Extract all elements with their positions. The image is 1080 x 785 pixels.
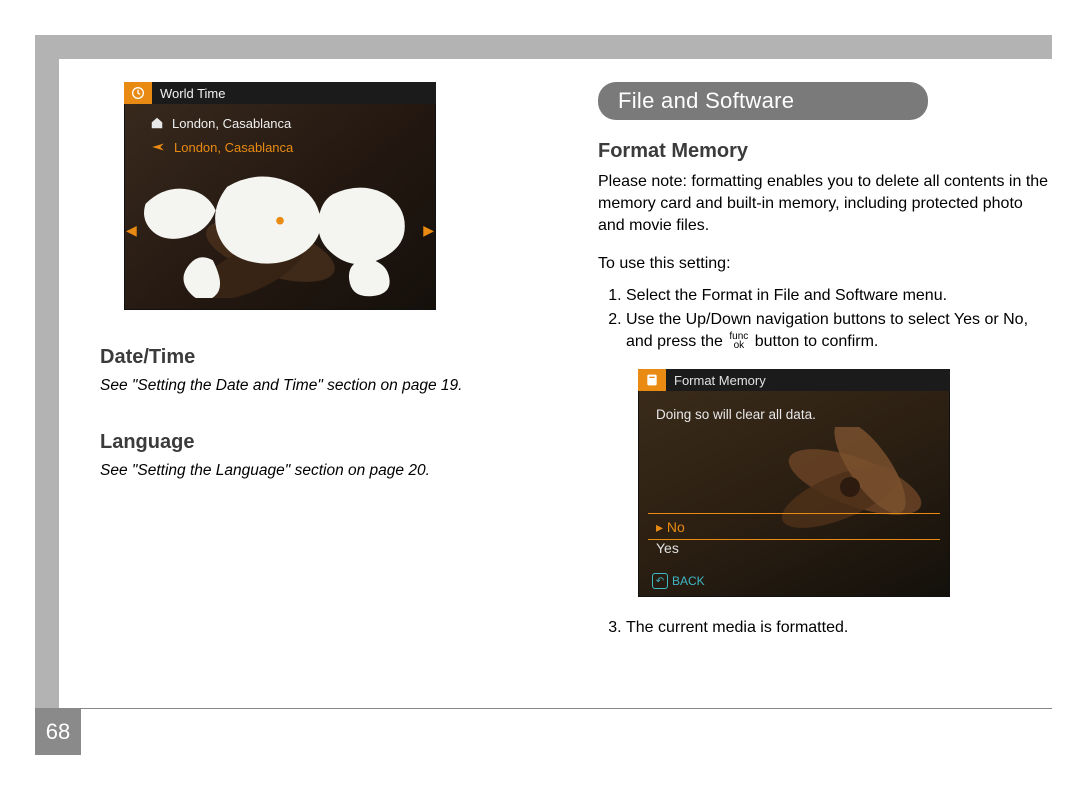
step-2-text-b: button to confirm. [750,333,878,350]
clock-icon [124,82,152,104]
top-header-bar [35,35,1052,59]
back-icon: ↶ [652,573,668,589]
step-1: Select the Format in File and Software m… [626,285,1052,307]
format-memory-note: Please note: formatting enables you to d… [598,171,1052,237]
option-yes: Yes [656,538,932,558]
left-column: World Time London, Casablanca London, Ca… [100,82,554,715]
language-heading: Language [100,431,554,454]
lcd2-message: Doing so will clear all data. [656,407,816,422]
lcd-title: World Time [160,86,226,101]
func-ok-button-icon: funcok [729,332,748,350]
format-memory-heading: Format Memory [598,140,1052,163]
back-label: BACK [672,574,705,588]
step-2: Use the Up/Down navigation buttons to se… [626,309,1052,353]
steps-intro: To use this setting: [598,253,1052,275]
option-no: No [656,517,932,538]
card-icon [638,369,666,391]
language-reference: See "Setting the Language" section on pa… [100,462,554,480]
two-column-layout: World Time London, Casablanca London, Ca… [100,82,1052,715]
footer-rule [35,708,1052,709]
worldtime-home-row: London, Casablanca [150,112,426,134]
plane-icon [150,140,166,154]
datetime-heading: Date/Time [100,346,554,369]
home-icon [150,116,164,130]
right-arrow-icon: ▶ [423,222,434,239]
worldtime-home-text: London, Casablanca [172,116,291,131]
step-3: The current media is formatted. [626,617,1052,639]
worldtime-away-text: London, Casablanca [174,140,293,155]
screenshot-format-memory: Format Memory Doing so will clear all da… [638,369,950,597]
worldtime-away-row: London, Casablanca [150,136,426,158]
world-map-graphic [136,166,424,298]
datetime-reference: See "Setting the Date and Time" section … [100,377,554,395]
right-column: File and Software Format Memory Please n… [598,82,1052,715]
left-margin-stripe [35,35,59,755]
lcd2-title: Format Memory [674,373,766,388]
section-title-pill: File and Software [598,82,928,120]
screenshot-world-time: World Time London, Casablanca London, Ca… [124,82,436,310]
steps-list-cont: The current media is formatted. [598,615,1052,641]
lcd2-options: No Yes [656,517,932,558]
back-indicator: ↶ BACK [652,573,705,589]
steps-list: Select the Format in File and Software m… [598,283,1052,355]
page-number: 68 [35,709,81,755]
